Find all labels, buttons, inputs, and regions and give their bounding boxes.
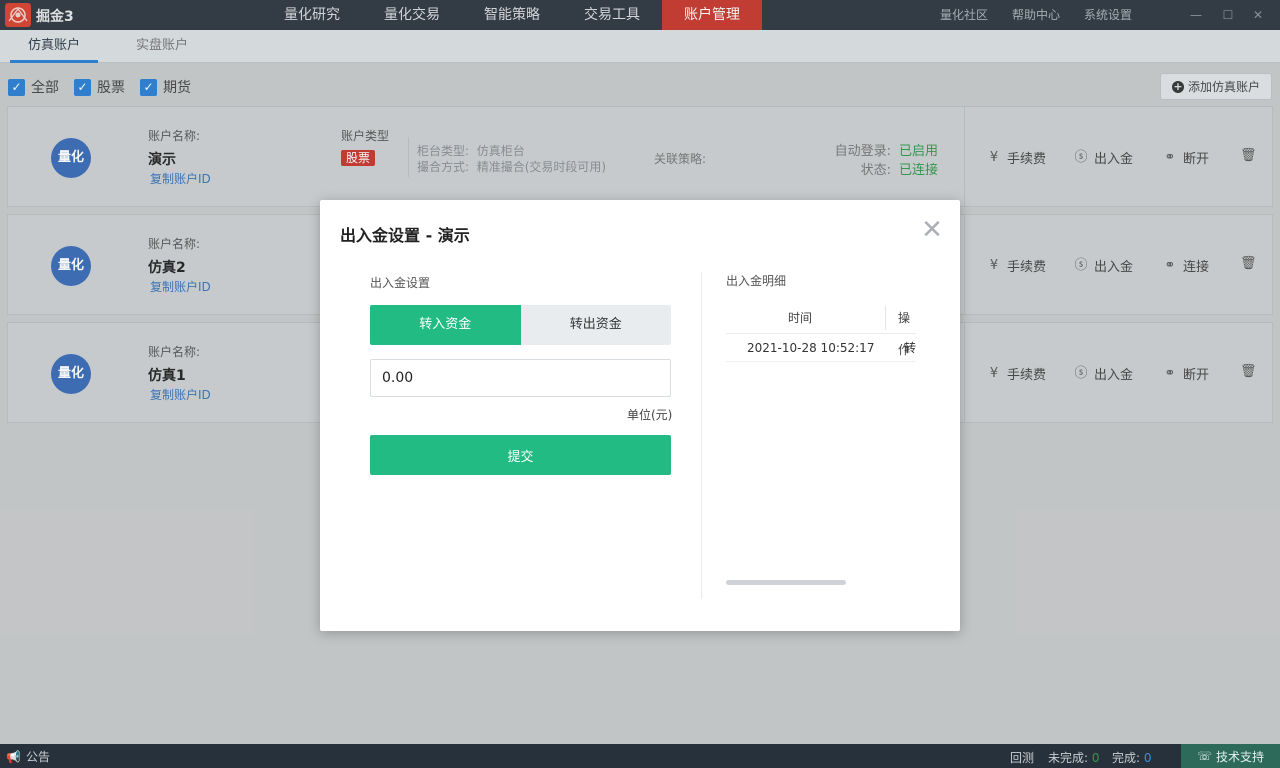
incomplete-count: 未完成: 0 bbox=[1048, 749, 1100, 766]
notice-label: 公告 bbox=[25, 750, 50, 764]
column-header-time: 时间 bbox=[788, 311, 813, 325]
dialog-title: 出入金设置 - 演示 bbox=[340, 226, 470, 245]
notice-button[interactable]: 📢 公告 bbox=[6, 748, 50, 765]
fund-details-heading: 出入金明细 bbox=[726, 274, 787, 288]
table-row: 2021-10-28 10:52:17 转入 bbox=[726, 334, 916, 362]
fund-details-table: 时间 操作 2021-10-28 10:52:17 转入 bbox=[726, 302, 916, 362]
complete-label: 完成: bbox=[1112, 751, 1141, 765]
direction-toggle: 转入资金 转出资金 bbox=[370, 305, 671, 345]
horizontal-scrollbar[interactable] bbox=[726, 580, 846, 585]
column-header-operation: 操作 bbox=[898, 311, 911, 357]
incomplete-value: 0 bbox=[1091, 751, 1100, 765]
status-bar: 📢 公告 回测 未完成: 0 完成: 0 ☏ 技术支持 bbox=[0, 744, 1280, 768]
amount-input[interactable] bbox=[370, 359, 671, 397]
withdraw-tab[interactable]: 转出资金 bbox=[520, 305, 671, 345]
incomplete-label: 未完成: bbox=[1048, 751, 1089, 765]
cell-time: 2021-10-28 10:52:17 bbox=[747, 341, 875, 355]
backtest-label[interactable]: 回测 bbox=[1010, 749, 1034, 766]
complete-value: 0 bbox=[1143, 751, 1152, 765]
table-header: 时间 操作 bbox=[726, 302, 916, 357]
deposit-withdraw-dialog: 出入金设置 - 演示 ✕ 出入金设置 转入资金 转出资金 单位(元) 提交 出入… bbox=[320, 200, 960, 631]
deposit-tab[interactable]: 转入资金 bbox=[370, 305, 521, 345]
submit-button[interactable]: 提交 bbox=[370, 435, 671, 475]
divider bbox=[701, 272, 702, 599]
close-icon[interactable]: ✕ bbox=[920, 217, 944, 243]
megaphone-icon: 📢 bbox=[6, 749, 21, 764]
fund-settings-heading: 出入金设置 bbox=[370, 276, 431, 290]
unit-label: 单位(元) bbox=[627, 408, 673, 422]
tech-support-button[interactable]: ☏ 技术支持 bbox=[1181, 744, 1280, 768]
tech-support-label: 技术支持 bbox=[1216, 749, 1265, 764]
complete-count: 完成: 0 bbox=[1112, 749, 1152, 766]
column-divider[interactable] bbox=[885, 306, 886, 330]
headset-icon: ☏ bbox=[1196, 749, 1212, 763]
cell-operation: 转入 bbox=[904, 341, 916, 355]
